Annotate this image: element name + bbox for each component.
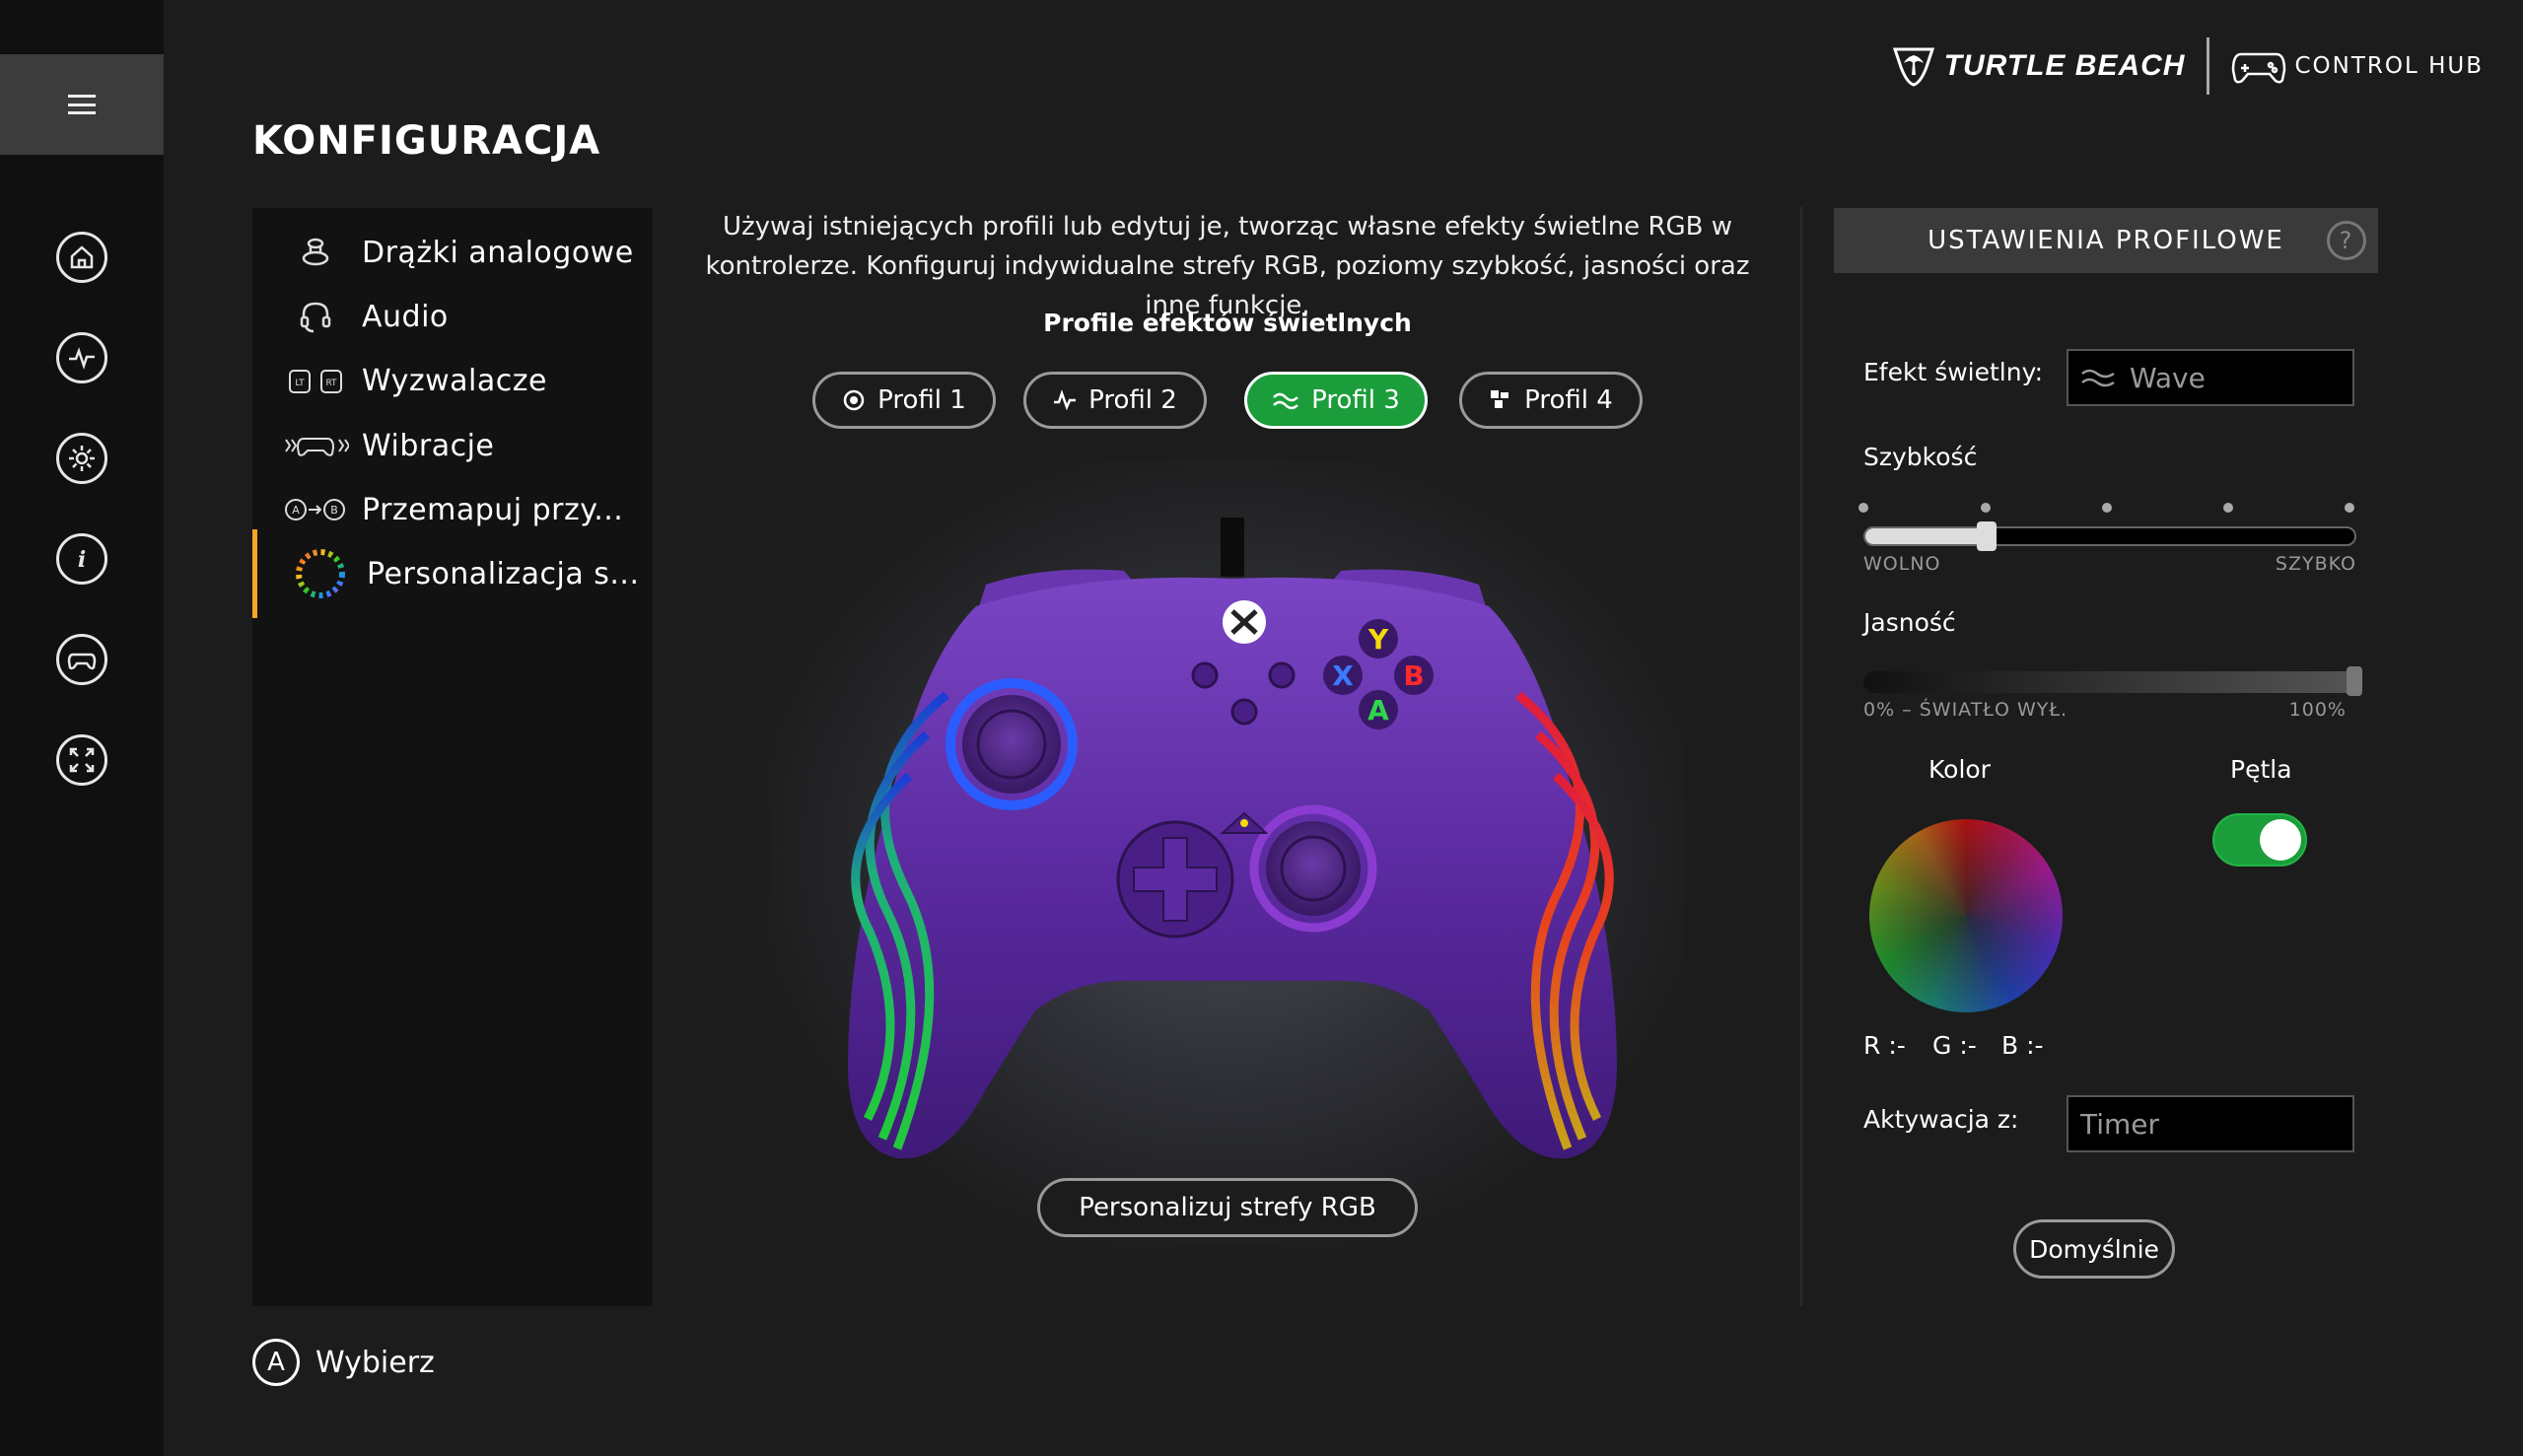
turtle-beach-shield-icon (1892, 47, 1934, 87)
brightness-slider[interactable] (1863, 671, 2360, 693)
info-icon[interactable]: i (56, 533, 107, 585)
hint-label: Wybierz (315, 1345, 435, 1380)
speed-slider[interactable] (1863, 526, 2356, 546)
triggers-icon: LT RT (280, 361, 351, 400)
speed-tick (2223, 503, 2233, 513)
profile-settings-title: USTAWIENIA PROFILOWE (1927, 226, 2284, 255)
left-rail: i (0, 0, 164, 1456)
select-hint: A Wybierz (252, 1339, 435, 1386)
pulse-icon (1054, 389, 1077, 411)
speed-tick (2345, 503, 2354, 513)
a-button-label: A (1367, 694, 1389, 727)
personalize-rgb-zones-button[interactable]: Personalizuj strefy RGB (1037, 1178, 1418, 1237)
brightness-slider-thumb[interactable] (2347, 666, 2362, 696)
brightness-min-label: 0% – ŚWIATŁO WYŁ. (1863, 699, 2068, 721)
brand-divider (2207, 37, 2210, 95)
controller-image: Y X B A (848, 518, 1617, 1159)
profile-label: Profil 4 (1524, 385, 1613, 415)
rgb-r-value: R :- (1863, 1031, 1906, 1060)
controller-icon[interactable] (56, 634, 107, 685)
speed-label: Szybkość (1863, 443, 1978, 471)
wave-icon (1273, 392, 1299, 410)
color-wheel[interactable] (1869, 819, 2063, 1012)
remap-icon: AB (280, 490, 351, 529)
nav-item-label: Drążki analogowe (362, 235, 634, 270)
nav-item-rgb-personalization[interactable]: Personalizacja s... (252, 529, 653, 618)
panel-divider (1800, 207, 1802, 1306)
profile-2-button[interactable]: Profil 2 (1023, 372, 1207, 429)
fullscreen-icon[interactable] (56, 734, 107, 786)
brightness-max-label: 100% (2288, 699, 2347, 721)
color-label: Kolor (1928, 755, 1991, 784)
rgb-ring-icon (285, 549, 356, 598)
pulse-icon[interactable] (56, 332, 107, 383)
nav-item-label: Personalizacja s... (367, 556, 640, 591)
product-name: CONTROL HUB (2294, 53, 2484, 79)
effect-label: Efekt świetlny: (1863, 358, 2043, 386)
profile-3-button[interactable]: Profil 3 (1244, 372, 1428, 429)
blocks-icon (1491, 390, 1509, 408)
page-title: KONFIGURACJA (252, 118, 601, 164)
profile-label: Profil 2 (1088, 385, 1177, 415)
profile-label: Profil 3 (1311, 385, 1400, 415)
svg-text:RT: RT (325, 379, 337, 388)
nav-item-label: Wyzwalacze (362, 363, 547, 398)
a-button-icon: A (252, 1339, 300, 1386)
svg-text:B: B (330, 504, 338, 517)
svg-text:i: i (78, 547, 86, 573)
home-icon[interactable] (56, 232, 107, 283)
thumbstick-icon (280, 233, 351, 272)
rgb-b-value: B :- (2001, 1031, 2044, 1060)
gear-icon[interactable] (56, 433, 107, 484)
config-nav-panel: Drążki analogowe Audio LT RT Wyzwalacze W… (252, 208, 653, 1306)
menu-button[interactable] (0, 54, 164, 155)
gamepad-icon (2232, 52, 2286, 84)
speed-tick (2102, 503, 2112, 513)
activation-value: Timer (2080, 1107, 2160, 1141)
x-button-label: X (1332, 659, 1354, 692)
speed-slider-thumb[interactable] (1977, 521, 1997, 551)
speed-max-label: SZYBKO (2275, 553, 2356, 575)
activation-select[interactable]: Timer (2067, 1095, 2354, 1152)
brand-name: TURTLE BEACH (1943, 49, 2186, 82)
brand-header: TURTLE BEACH CONTROL HUB (1891, 37, 2484, 95)
speed-min-label: WOLNO (1863, 553, 1941, 575)
y-button-label: Y (1367, 623, 1389, 656)
nav-item-label: Przemapuj przy... (362, 492, 624, 527)
speed-tick (1858, 503, 1868, 513)
loop-label: Pętla (2230, 755, 2292, 784)
profile-1-button[interactable]: Profil 1 (812, 372, 996, 429)
turtle-beach-logo: TURTLE BEACH (1891, 43, 2186, 89)
brightness-label: Jasność (1863, 608, 1956, 637)
wave-icon (2081, 369, 2115, 387)
speed-tick (1981, 503, 1991, 513)
loop-toggle[interactable] (2212, 813, 2307, 867)
help-icon[interactable]: ? (2327, 221, 2366, 260)
activation-label: Aktywacja z: (1863, 1105, 2019, 1134)
nav-item-label: Audio (362, 299, 449, 334)
profile-settings-header: USTAWIENIA PROFILOWE ? (1834, 208, 2378, 273)
effect-value: Wave (2130, 361, 2206, 394)
loop-toggle-knob (2260, 819, 2301, 861)
profile-label: Profil 1 (877, 385, 966, 415)
center-panel: Używaj istniejących profili lub edytuj j… (690, 202, 1765, 1306)
svg-text:LT: LT (295, 379, 305, 388)
b-button-label: B (1403, 659, 1424, 692)
speed-slider-fill (1865, 528, 1988, 544)
control-hub-logo: CONTROL HUB (2231, 46, 2484, 86)
headset-icon (280, 297, 351, 336)
effect-select[interactable]: Wave (2067, 349, 2354, 406)
menu-icon (68, 95, 96, 114)
default-button[interactable]: Domyślnie (2013, 1219, 2175, 1279)
rgb-g-value: G :- (1932, 1031, 1977, 1060)
vibration-icon (280, 426, 351, 465)
svg-text:A: A (292, 504, 300, 517)
profiles-title: Profile efektów świetlnych (1043, 309, 1412, 337)
nav-item-label: Wibracje (362, 428, 495, 463)
profile-4-button[interactable]: Profil 4 (1459, 372, 1643, 429)
description-text: Używaj istniejących profili lub edytuj j… (705, 212, 1750, 320)
profile-settings-panel: USTAWIENIA PROFILOWE ? Efekt świetlny: W… (1834, 208, 2378, 1306)
target-icon (843, 389, 865, 411)
